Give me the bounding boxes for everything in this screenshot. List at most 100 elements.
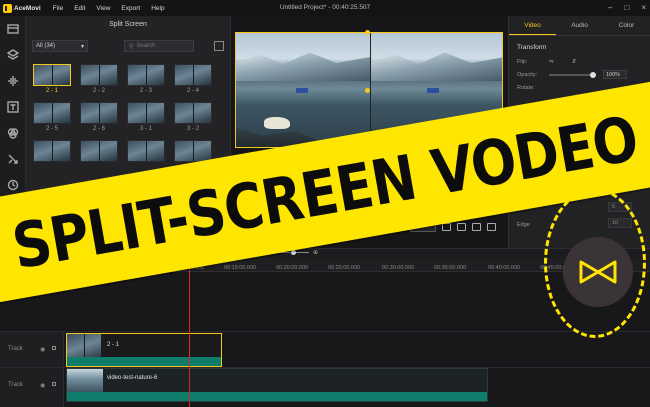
thumbnail-image	[127, 102, 165, 124]
template-thumbnail[interactable]	[33, 140, 71, 172]
ruler-tick: 00:20:00.000	[276, 265, 309, 271]
zoom-slider[interactable]	[279, 250, 310, 255]
app-name: AceMovi	[14, 4, 41, 12]
thumbnail-label: 3 - 1	[139, 126, 152, 132]
thumbnail-label: 2 - 1	[45, 88, 58, 94]
category-select-value: All (34)	[36, 43, 56, 49]
opacity-label: Opacity:	[517, 71, 538, 78]
eye-icon[interactable]: ◉	[40, 346, 45, 353]
volume-icon[interactable]	[457, 223, 466, 231]
track-name: Track	[8, 346, 23, 352]
ruler-tick: 00:40:00.000	[488, 265, 521, 271]
grid-view-icon[interactable]	[214, 41, 224, 51]
thumbnail-image	[174, 64, 212, 86]
text-icon[interactable]	[0, 94, 26, 120]
template-thumbnail[interactable]	[127, 140, 165, 172]
clip-thumbnail	[67, 334, 101, 358]
thumbnail-label	[80, 164, 118, 172]
thumbnail-image	[33, 140, 71, 162]
thumbnail-image	[80, 102, 118, 124]
flip-label: Flip:	[517, 58, 528, 65]
track-name: Track	[8, 382, 23, 388]
layers-icon[interactable]	[0, 42, 26, 68]
thumbnail-grid: 2 - 1 2 - 2 2 - 3 2 - 4 2 - 5 2 - 6 3 - …	[33, 64, 223, 172]
fullscreen-icon[interactable]	[487, 223, 496, 231]
lock-icon[interactable]	[52, 346, 56, 350]
crop-icon[interactable]	[472, 223, 481, 231]
menu-view[interactable]: View	[96, 5, 110, 12]
template-thumbnail[interactable]: 2 - 1	[33, 64, 71, 96]
opacity-value[interactable]: 100%	[603, 70, 627, 79]
template-thumbnail[interactable]: 2 - 2	[80, 64, 118, 96]
panel-title: Split Screen	[109, 21, 147, 28]
panel-toolbar: All (34) ▾ ⚲ Search	[32, 40, 224, 52]
mountain-shape	[371, 52, 502, 81]
opacity-row: Opacity: 100%	[509, 68, 650, 81]
template-thumbnail[interactable]	[80, 140, 118, 172]
resize-handle[interactable]	[365, 88, 370, 93]
thumbnail-image	[127, 140, 165, 162]
template-thumbnail[interactable]: 3 - 1	[127, 102, 165, 134]
flip-horizontal-icon[interactable]: ⇋	[549, 59, 554, 65]
snapshot-icon[interactable]	[442, 223, 451, 231]
rotate-label: Rotate:	[517, 84, 535, 91]
template-thumbnail[interactable]: 2 - 3	[127, 64, 165, 96]
transitions-icon[interactable]	[0, 146, 26, 172]
minimize-icon[interactable]: –	[608, 3, 612, 12]
template-thumbnail[interactable]: 2 - 5	[33, 102, 71, 134]
ruler-tick: 00:25:00.000	[328, 265, 361, 271]
acemovi-logo-icon	[579, 260, 617, 284]
ruler-tick: 00:35:00.000	[434, 265, 467, 271]
thumbnail-label: 2 - 5	[45, 126, 58, 132]
mountain-shape	[236, 52, 370, 81]
properties-tabs: Video Audio Color	[509, 16, 650, 36]
maximize-icon[interactable]: □	[624, 3, 629, 12]
tab-video[interactable]: Video	[509, 16, 556, 35]
eye-icon[interactable]: ◉	[40, 382, 45, 389]
flip-vertical-icon[interactable]: ⇵	[572, 59, 577, 65]
tab-audio[interactable]: Audio	[556, 16, 603, 35]
media-icon[interactable]	[0, 16, 26, 42]
window-controls: – □ ×	[608, 3, 646, 12]
menu-export[interactable]: Export	[121, 5, 140, 12]
thumbnail-label: 2 - 4	[186, 88, 199, 94]
search-input[interactable]: ⚲ Search	[124, 40, 194, 52]
close-icon[interactable]: ×	[641, 3, 646, 12]
thumbnail-image	[174, 140, 212, 162]
audio-waveform	[67, 392, 487, 401]
audio-icon[interactable]	[0, 68, 26, 94]
chevron-down-icon: ▾	[80, 43, 84, 50]
menu-edit[interactable]: Edit	[74, 5, 85, 12]
menu-bar: File Edit View Export Help	[53, 5, 165, 12]
search-placeholder: Search	[136, 43, 156, 49]
zoom-in-icon[interactable]: ⊕	[313, 249, 318, 256]
video-clip[interactable]: video-test-nature-6	[66, 368, 488, 402]
app-logo: AceMovi	[3, 3, 41, 13]
resize-handle[interactable]	[365, 30, 370, 35]
menu-help[interactable]: Help	[151, 5, 164, 12]
template-thumbnail[interactable]: 2 - 4	[174, 64, 212, 96]
ruler-tick: 00:15:00.000	[224, 265, 257, 271]
category-select[interactable]: All (34) ▾	[32, 40, 88, 52]
tab-color[interactable]: Color	[603, 16, 650, 35]
lock-icon[interactable]	[52, 382, 56, 386]
template-thumbnail[interactable]: 3 - 2	[174, 102, 212, 134]
thumbnail-image	[33, 64, 71, 86]
audio-waveform	[67, 357, 221, 366]
boat-shape	[296, 88, 308, 93]
menu-file[interactable]: File	[53, 5, 63, 12]
split-screen-clip[interactable]: 2 - 1	[66, 333, 222, 367]
opacity-slider[interactable]	[549, 71, 596, 78]
thumbnail-image	[80, 140, 118, 162]
transform-heading: Transform	[517, 44, 547, 51]
thumbnail-label: 2 - 6	[92, 126, 105, 132]
thumbnail-label	[33, 164, 71, 172]
boat-shape	[427, 88, 439, 93]
playhead[interactable]	[189, 258, 190, 407]
split-left-video	[236, 33, 370, 147]
filters-icon[interactable]	[0, 120, 26, 146]
polar-bear-shape	[264, 117, 290, 129]
edge-label: Edge	[517, 221, 530, 228]
template-thumbnail[interactable]: 2 - 6	[80, 102, 118, 134]
clip-thumbnail	[67, 369, 103, 393]
